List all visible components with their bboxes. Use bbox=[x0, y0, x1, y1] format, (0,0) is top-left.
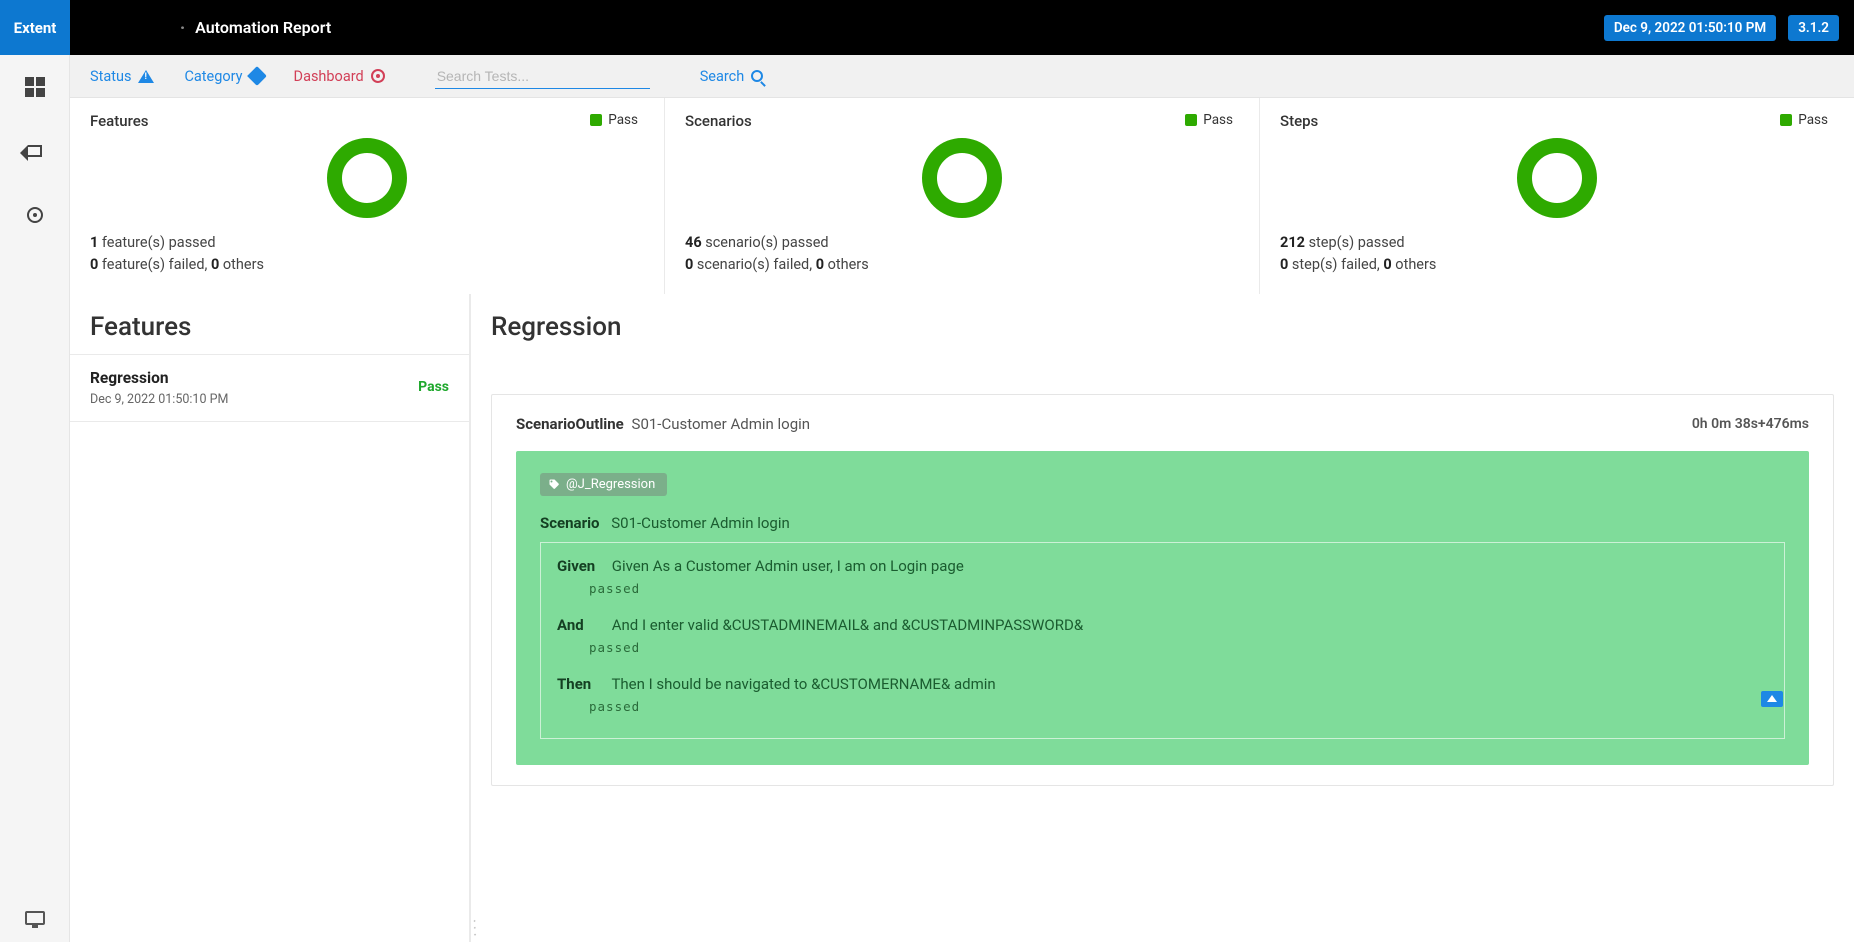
scenarios-passed-count: 46 bbox=[685, 234, 702, 251]
scenario-block: @J_Regression Scenario S01-Customer Admi… bbox=[516, 451, 1809, 765]
filter-category[interactable]: Category bbox=[184, 68, 263, 85]
tag-view-icon[interactable] bbox=[23, 139, 47, 163]
top-bar: Extent Automation Report Dec 9, 2022 01:… bbox=[0, 0, 1854, 55]
steps-others-text: others bbox=[1392, 256, 1437, 273]
pass-dot-icon bbox=[1780, 114, 1792, 126]
card-features: Features Pass 1 feature(s) passed 0 feat… bbox=[70, 98, 665, 294]
card-steps: Steps Pass 212 step(s) passed 0 step(s) … bbox=[1260, 98, 1854, 294]
tag-icon bbox=[247, 66, 267, 86]
analysis-icon[interactable] bbox=[23, 203, 47, 227]
steps-failed-text: step(s) failed, bbox=[1288, 256, 1383, 273]
donut-features bbox=[327, 138, 407, 218]
screenshot-icon[interactable] bbox=[1761, 691, 1783, 707]
donut-steps bbox=[1517, 138, 1597, 218]
tag-pill[interactable]: @J_Regression bbox=[540, 473, 667, 496]
step-row: And And I enter valid &CUSTADMINEMAIL& a… bbox=[557, 616, 1768, 655]
report-title: Automation Report bbox=[180, 18, 331, 37]
feature-item-status: Pass bbox=[418, 379, 449, 395]
pass-dot-icon bbox=[590, 114, 602, 126]
version-badge: 3.1.2 bbox=[1788, 15, 1839, 41]
scenarios-others-text: others bbox=[824, 256, 869, 273]
steps-others-count: 0 bbox=[1383, 256, 1391, 273]
filter-dashboard[interactable]: Dashboard bbox=[294, 68, 385, 85]
filter-status-label: Status bbox=[90, 68, 131, 85]
steps-passed-count: 212 bbox=[1280, 234, 1305, 251]
outline-name: S01-Customer Admin login bbox=[632, 415, 811, 433]
step-keyword: And bbox=[557, 616, 600, 634]
detail-heading: Regression bbox=[471, 294, 1854, 354]
features-failed-text: feature(s) failed, bbox=[98, 256, 211, 273]
steps-passed-text: step(s) passed bbox=[1305, 234, 1405, 251]
card-scenarios-title: Scenarios bbox=[685, 112, 1239, 130]
nav-rail bbox=[0, 55, 70, 942]
features-passed-text: feature(s) passed bbox=[98, 234, 215, 251]
step-row: Given Given As a Customer Admin user, I … bbox=[557, 557, 1768, 596]
step-row: Then Then I should be navigated to &CUST… bbox=[557, 675, 1768, 714]
warning-icon bbox=[138, 70, 154, 83]
step-result: passed bbox=[589, 581, 1768, 596]
card-scenarios-legend: Pass bbox=[1203, 112, 1233, 128]
features-others-text: others bbox=[219, 256, 264, 273]
outline-label: ScenarioOutline bbox=[516, 415, 624, 433]
scenarios-others-count: 0 bbox=[816, 256, 824, 273]
feature-item-time: Dec 9, 2022 01:50:10 PM bbox=[90, 392, 449, 407]
tag-text: @J_Regression bbox=[566, 477, 655, 492]
card-steps-title: Steps bbox=[1280, 112, 1834, 130]
filter-category-label: Category bbox=[184, 68, 242, 85]
dashboard-icon[interactable] bbox=[23, 75, 47, 99]
step-box: Given Given As a Customer Admin user, I … bbox=[540, 542, 1785, 739]
search-button[interactable]: Search bbox=[700, 68, 764, 85]
features-heading: Features bbox=[70, 294, 469, 354]
scenarios-failed-text: scenario(s) failed, bbox=[693, 256, 815, 273]
tag-icon bbox=[548, 478, 560, 490]
step-keyword: Then bbox=[557, 675, 600, 693]
timestamp-badge: Dec 9, 2022 01:50:10 PM bbox=[1604, 15, 1776, 41]
pass-dot-icon bbox=[1185, 114, 1197, 126]
scenario-label: Scenario bbox=[540, 514, 600, 532]
summary-row: Features Pass 1 feature(s) passed 0 feat… bbox=[70, 98, 1854, 294]
scenario-name: S01-Customer Admin login bbox=[611, 514, 790, 532]
detail-pane[interactable]: Regression ScenarioOutline S01-Customer … bbox=[470, 294, 1854, 942]
search-icon bbox=[751, 70, 763, 82]
card-features-legend: Pass bbox=[608, 112, 638, 128]
target-icon bbox=[371, 69, 385, 83]
filter-dashboard-label: Dashboard bbox=[294, 68, 364, 85]
filter-bar: Status Category Dashboard Search bbox=[70, 55, 1854, 98]
card-scenarios: Scenarios Pass 46 scenario(s) passed 0 s… bbox=[665, 98, 1260, 294]
step-text: Then I should be navigated to &CUSTOMERN… bbox=[611, 675, 995, 693]
outline-duration: 0h 0m 38s+476ms bbox=[1692, 416, 1809, 432]
features-pane: Features Regression Dec 9, 2022 01:50:10… bbox=[70, 294, 470, 942]
step-text: Given As a Customer Admin user, I am on … bbox=[612, 557, 964, 575]
step-text: And I enter valid &CUSTADMINEMAIL& and &… bbox=[612, 616, 1083, 634]
card-steps-legend: Pass bbox=[1798, 112, 1828, 128]
donut-scenarios bbox=[922, 138, 1002, 218]
logo[interactable]: Extent bbox=[0, 0, 70, 55]
scenario-outline-card: ScenarioOutline S01-Customer Admin login… bbox=[491, 394, 1834, 786]
search-input[interactable] bbox=[435, 64, 650, 89]
filter-status[interactable]: Status bbox=[90, 68, 154, 85]
step-result: passed bbox=[589, 699, 1768, 714]
scenarios-passed-text: scenario(s) passed bbox=[702, 234, 829, 251]
step-result: passed bbox=[589, 640, 1768, 655]
device-icon[interactable] bbox=[23, 906, 47, 930]
feature-item-title: Regression bbox=[90, 369, 449, 387]
card-features-title: Features bbox=[90, 112, 644, 130]
search-label: Search bbox=[700, 68, 745, 85]
step-keyword: Given bbox=[557, 557, 600, 575]
feature-item-regression[interactable]: Regression Dec 9, 2022 01:50:10 PM Pass bbox=[70, 354, 469, 422]
